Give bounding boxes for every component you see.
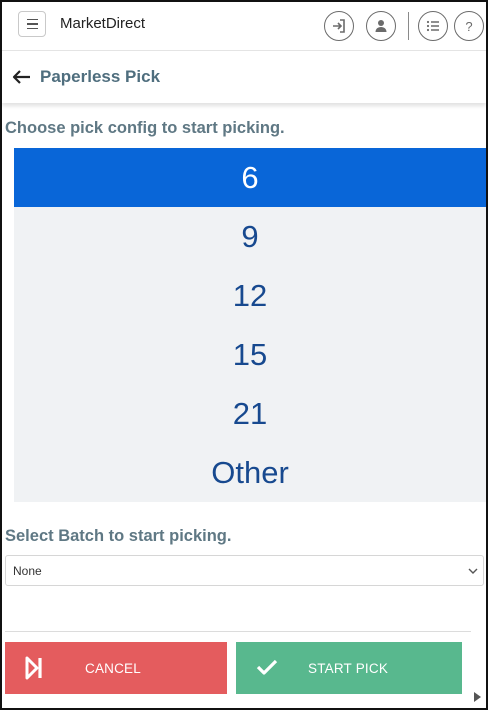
pick-config-option[interactable]: 15 — [14, 325, 486, 384]
pick-config-label: Choose pick config to start picking. — [5, 119, 285, 137]
brand-name: MarketDirect — [60, 15, 146, 32]
menu-toggle-button[interactable] — [18, 11, 46, 37]
skip-icon — [25, 656, 42, 680]
pick-config-option[interactable]: 12 — [14, 266, 486, 325]
user-icon[interactable] — [366, 11, 396, 41]
start-pick-button-label: START PICK — [308, 661, 389, 676]
top-navbar: MarketDirect ? — [2, 2, 486, 51]
page-header: Paperless Pick — [2, 51, 486, 103]
pick-config-option[interactable]: 9 — [14, 207, 486, 266]
page-title: Paperless Pick — [40, 67, 161, 86]
chevron-down-icon — [468, 568, 478, 574]
pick-config-list: 6 9 12 15 21 Other — [14, 148, 486, 502]
sign-in-icon[interactable] — [324, 11, 354, 41]
footer-divider — [5, 631, 471, 632]
hamburger-icon-line — [26, 23, 38, 25]
app-window: MarketDirect ? Paperless Pick Choose pic… — [0, 0, 488, 710]
hamburger-icon-line — [26, 27, 38, 30]
svg-text:?: ? — [465, 19, 472, 34]
hamburger-icon-line — [26, 18, 38, 21]
cancel-button-label: CANCEL — [85, 661, 141, 676]
batch-select-value: None — [13, 564, 42, 578]
navbar-divider — [408, 12, 409, 40]
batch-select[interactable]: None — [5, 555, 484, 586]
cancel-button[interactable]: CANCEL — [5, 642, 227, 694]
help-icon[interactable]: ? — [454, 11, 484, 41]
back-arrow-icon[interactable] — [12, 69, 32, 85]
pick-config-option[interactable]: 21 — [14, 384, 486, 443]
list-icon[interactable] — [418, 11, 448, 41]
pick-config-option[interactable]: 6 — [14, 148, 486, 207]
scroll-arrow-icon[interactable] — [474, 692, 481, 702]
pick-config-option[interactable]: Other — [14, 443, 486, 502]
batch-label: Select Batch to start picking. — [5, 527, 232, 545]
start-pick-button[interactable]: START PICK — [236, 642, 462, 694]
check-icon — [256, 659, 278, 675]
